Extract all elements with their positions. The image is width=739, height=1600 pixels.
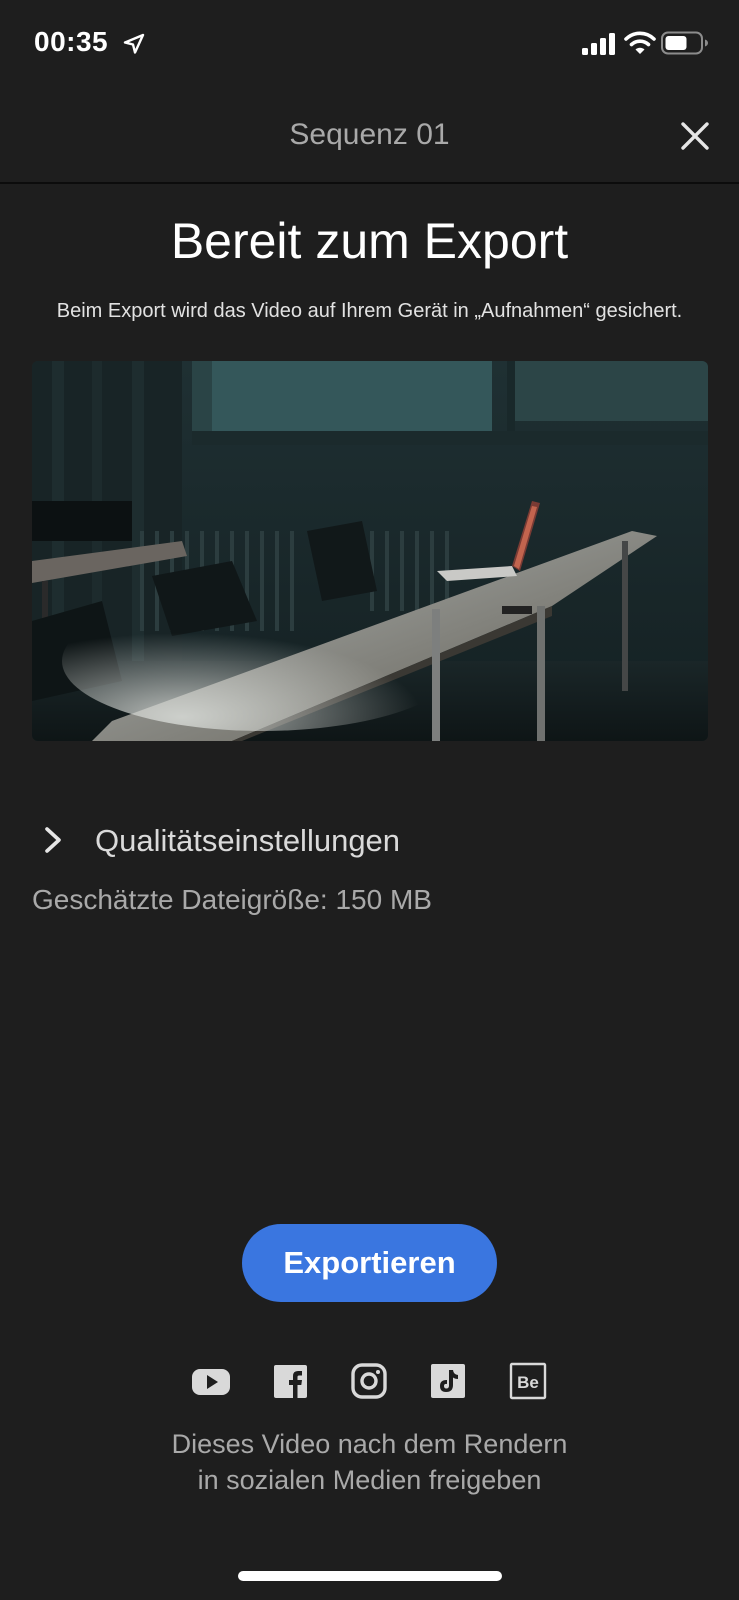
youtube-icon[interactable] — [191, 1362, 231, 1400]
tiktok-icon[interactable] — [428, 1362, 468, 1400]
wifi-icon — [624, 31, 656, 54]
export-button[interactable]: Exportieren — [242, 1224, 497, 1302]
header-title: Sequenz 01 — [289, 118, 450, 151]
quality-settings-toggle[interactable]: Qualitätseinstellungen — [32, 815, 708, 865]
close-icon[interactable] — [675, 116, 715, 156]
behance-icon[interactable]: Be — [508, 1362, 548, 1400]
status-time: 00:35 — [34, 26, 109, 57]
header: Sequenz 01 — [0, 90, 739, 184]
estimated-file-size: Geschätzte Dateigröße: 150 MB — [32, 884, 432, 915]
instagram-icon[interactable] — [349, 1362, 389, 1400]
facebook-icon[interactable] — [271, 1362, 311, 1400]
video-preview-image — [32, 361, 708, 741]
video-thumbnail — [32, 361, 708, 741]
behance-label: Be — [517, 1373, 539, 1392]
page-title: Bereit zum Export — [170, 213, 569, 269]
chevron-right-icon — [45, 827, 61, 853]
page-subtitle: Beim Export wird das Video auf Ihrem Ger… — [56, 300, 683, 322]
battery-icon — [661, 31, 708, 55]
social-share-row: Be — [0, 1362, 739, 1402]
cellular-signal-icon — [582, 33, 615, 55]
share-line-1: Dieses Video nach dem Rendern — [171, 1429, 568, 1459]
quality-settings-label: Qualitätseinstellungen — [95, 823, 401, 858]
status-bar: 00:35 — [0, 0, 739, 90]
share-line-2: in sozialen Medien freigeben — [197, 1465, 542, 1495]
location-arrow-icon — [123, 33, 145, 54]
share-description: Dieses Video nach dem Rendern in soziale… — [0, 1426, 739, 1498]
home-indicator — [238, 1571, 502, 1581]
